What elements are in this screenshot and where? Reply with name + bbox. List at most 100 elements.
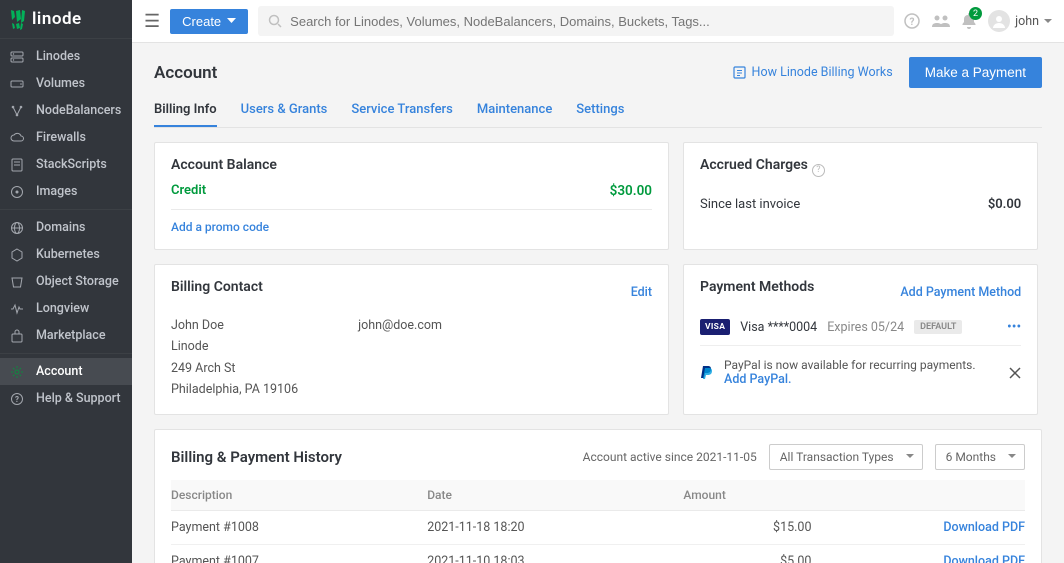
bucket-icon [10,275,26,289]
default-badge: DEFAULT [914,320,962,334]
menu-toggle-icon[interactable]: ☰ [144,11,160,32]
transaction-type-filter[interactable]: All Transaction Types [769,444,923,470]
brand-name: linode [32,9,82,29]
chevron-down-icon [1044,19,1052,24]
sidebar-item-stackscripts[interactable]: StackScripts [0,151,132,178]
accrued-amount: $0.00 [988,197,1021,212]
card-title: Billing & Payment History [171,448,342,466]
help-tooltip-icon[interactable]: ? [812,164,825,177]
card-title: Billing Contact [171,279,263,295]
sidebar-item-label: Images [36,184,77,199]
sidebar-item-label: Domains [36,220,85,235]
col-description: Description [171,480,427,511]
sidebar-item-label: Longview [36,301,89,316]
card-title: Account Balance [171,157,652,173]
add-promo-code-link[interactable]: Add a promo code [171,220,269,234]
sidebar-item-label: Marketplace [36,328,106,343]
paypal-banner: PayPal is now available for recurring pa… [700,346,1021,387]
close-icon[interactable] [1009,367,1021,379]
cloud-icon [10,131,26,145]
more-actions-icon[interactable]: ••• [1007,319,1021,335]
table-row: Payment #10072021-11-10 18:03$5.00Downlo… [171,545,1025,563]
drive-icon [10,77,26,91]
sidebar-item-label: Linodes [36,49,80,64]
paypal-icon [700,365,714,381]
payment-methods-card: Payment Methods Add Payment Method VISA … [683,264,1038,415]
brand-logo[interactable]: linode [0,0,132,38]
date-range-filter[interactable]: 6 Months [935,444,1025,470]
sidebar-item-nodebalancers[interactable]: NodeBalancers [0,97,132,124]
sidebar-item-label: Firewalls [36,130,86,145]
server-icon [10,50,26,64]
notifications-icon[interactable]: 2 [962,13,976,29]
card-number: Visa ****0004 [740,320,817,335]
search-container[interactable] [258,6,894,36]
bag-icon [10,329,26,343]
sidebar-item-domains[interactable]: Domains [0,214,132,241]
visa-badge-icon: VISA [700,319,730,335]
add-paypal-link[interactable]: Add PayPal. [724,372,791,387]
sidebar-item-label: NodeBalancers [36,103,121,118]
sidebar-item-help-support[interactable]: ?Help & Support [0,385,132,412]
tab-users-grants[interactable]: Users & Grants [241,96,328,127]
cell-date: 2021-11-10 18:03 [427,545,683,563]
sidebar-item-firewalls[interactable]: Firewalls [0,124,132,151]
create-button[interactable]: Create [170,9,248,34]
account-active-since: Account active since 2021-11-05 [583,450,757,464]
card-title: Payment Methods [700,279,814,295]
disc-icon [10,185,26,199]
cell-description: Payment #1008 [171,511,427,545]
search-icon [268,14,282,28]
svg-text:?: ? [910,17,915,28]
kube-icon [10,248,26,262]
script-icon [10,158,26,172]
sidebar-item-kubernetes[interactable]: Kubernetes [0,241,132,268]
svg-text:?: ? [15,395,19,404]
tab-billing-info[interactable]: Billing Info [154,96,217,127]
contact-city: Philadelphia, PA 19106 [171,379,298,400]
sidebar-item-images[interactable]: Images [0,178,132,205]
sidebar-item-marketplace[interactable]: Marketplace [0,322,132,349]
community-icon[interactable] [932,14,950,28]
table-row: Payment #10082021-11-18 18:20$15.00Downl… [171,511,1025,545]
tab-service-transfers[interactable]: Service Transfers [351,96,452,127]
account-balance-card: Account Balance Credit $30.00 Add a prom… [154,142,669,250]
tab-settings[interactable]: Settings [576,96,624,127]
how-billing-works-link[interactable]: How Linode Billing Works [733,65,893,80]
sidebar-item-label: StackScripts [36,157,107,172]
accrued-charges-card: Accrued Charges ? Since last invoice $0.… [683,142,1038,250]
since-last-invoice-label: Since last invoice [700,197,800,212]
linode-logo-icon [10,8,26,30]
user-menu[interactable]: john [988,10,1052,32]
sidebar-item-object-storage[interactable]: Object Storage [0,268,132,295]
download-pdf-link[interactable]: Download PDF [943,520,1025,535]
sidebar-item-label: Object Storage [36,274,119,289]
add-payment-method-link[interactable]: Add Payment Method [900,285,1021,300]
tab-maintenance[interactable]: Maintenance [477,96,552,127]
sidebar-item-label: Account [36,364,83,379]
col-amount: Amount [683,480,811,511]
download-pdf-link[interactable]: Download PDF [943,554,1025,563]
contact-company: Linode [171,336,298,357]
credit-label: Credit [171,183,206,199]
sidebar-item-longview[interactable]: Longview [0,295,132,322]
sidebar-item-volumes[interactable]: Volumes [0,70,132,97]
sidebar: linode Linodes Volumes NodeBalancers Firewa… [0,0,132,563]
topbar: ☰ Create ? [132,0,1064,43]
sidebar-item-account[interactable]: Account [0,358,132,385]
payment-method-row: VISA Visa ****0004 Expires 05/24 DEFAULT… [700,315,1021,346]
make-payment-button[interactable]: Make a Payment [909,57,1042,88]
search-input[interactable] [290,14,884,29]
contact-email: john@doe.com [358,315,442,336]
cell-amount: $5.00 [683,545,811,563]
gear-icon [10,365,26,379]
sidebar-item-linodes[interactable]: Linodes [0,43,132,70]
sidebar-item-label: Volumes [36,76,85,91]
billing-contact-card: Billing Contact Edit John Doe Linode 249… [154,264,669,415]
balance-icon [10,104,26,118]
edit-contact-link[interactable]: Edit [631,285,652,300]
doc-icon [733,66,746,79]
avatar-icon [988,10,1010,32]
page-title: Account [154,63,217,83]
help-icon[interactable]: ? [904,13,920,29]
